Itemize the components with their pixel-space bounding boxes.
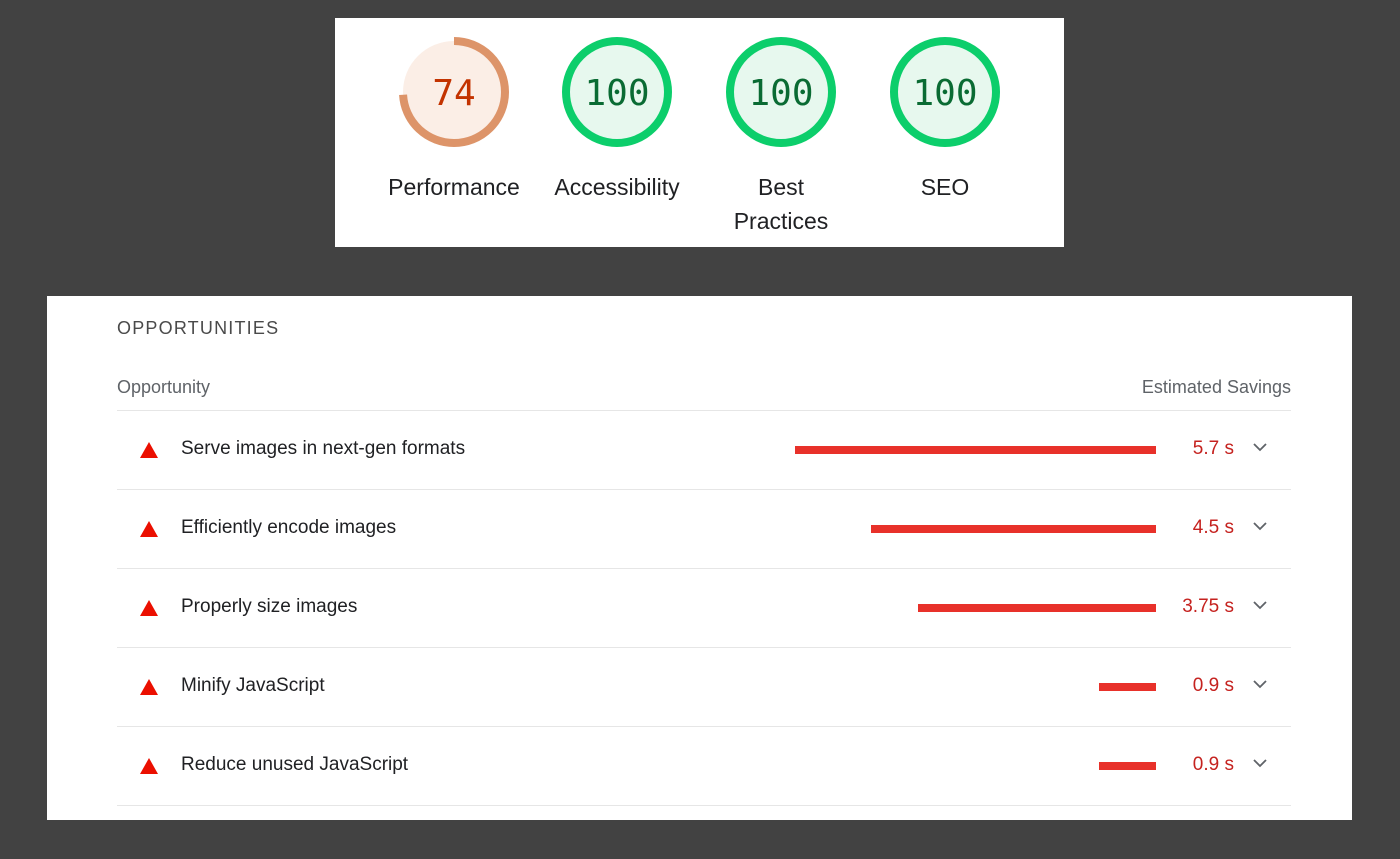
- warning-triangle-icon: [140, 521, 158, 537]
- gauge-score: 100: [748, 73, 813, 114]
- opportunity-title: Properly size images: [181, 596, 358, 617]
- gauge-label: Best Practices: [733, 174, 829, 234]
- savings-bar: [1099, 762, 1156, 770]
- gauge-score: 100: [912, 73, 977, 114]
- column-header-estimated-savings: Estimated Savings: [1141, 377, 1291, 397]
- warning-triangle-icon: [140, 679, 158, 695]
- best-practices-gauge-ring: 100: [726, 37, 836, 147]
- savings-bar: [918, 604, 1156, 612]
- chevron-down-icon[interactable]: [1249, 594, 1271, 616]
- opportunity-row[interactable]: Serve images in next-gen formats 5.7 s: [117, 411, 1291, 490]
- opportunity-title: Efficiently encode images: [181, 517, 397, 538]
- savings-bar: [871, 525, 1156, 533]
- opportunity-row[interactable]: Efficiently encode images 4.5 s: [117, 490, 1291, 569]
- opportunities-panel: OPPORTUNITIES Opportunity Estimated Savi…: [47, 296, 1352, 820]
- chevron-down-icon[interactable]: [1249, 436, 1271, 458]
- opportunity-row[interactable]: Reduce unused JavaScript 0.9 s: [117, 727, 1291, 806]
- gauge-label: SEO: [920, 174, 970, 200]
- opportunity-title: Minify JavaScript: [181, 675, 325, 696]
- seo-gauge-ring: 100: [890, 37, 1000, 147]
- savings-value: 0.9 s: [1192, 675, 1234, 696]
- opportunity-row[interactable]: Minify JavaScript 0.9 s: [117, 648, 1291, 727]
- scores-panel: 74 Performance 100 Accessibility 100 Bes…: [335, 18, 1064, 247]
- savings-value: 0.9 s: [1192, 754, 1234, 775]
- chevron-down-icon[interactable]: [1249, 752, 1271, 774]
- gauge-seo[interactable]: 100 SEO: [870, 36, 1020, 204]
- opportunity-list: Serve images in next-gen formats 5.7 s E…: [117, 411, 1291, 806]
- gauge-label: Performance: [388, 174, 520, 200]
- gauge-accessibility[interactable]: 100 Accessibility: [542, 36, 692, 204]
- chevron-down-icon[interactable]: [1249, 673, 1271, 695]
- savings-value: 3.75 s: [1182, 596, 1234, 617]
- warning-triangle-icon: [140, 758, 158, 774]
- accessibility-gauge-ring: 100: [562, 37, 672, 147]
- savings-bar: [795, 446, 1156, 454]
- chevron-down-icon[interactable]: [1249, 515, 1271, 537]
- savings-value: 5.7 s: [1192, 438, 1234, 459]
- savings-bar: [1099, 683, 1156, 691]
- gauge-best-practices[interactable]: 100 Best Practices: [706, 36, 856, 238]
- savings-value: 4.5 s: [1192, 517, 1234, 538]
- performance-gauge-ring: 74: [399, 37, 509, 147]
- warning-triangle-icon: [140, 442, 158, 458]
- warning-triangle-icon: [140, 600, 158, 616]
- opportunity-title: Reduce unused JavaScript: [181, 754, 409, 775]
- column-header-opportunity: Opportunity: [117, 377, 211, 397]
- opportunity-row[interactable]: Properly size images 3.75 s: [117, 569, 1291, 648]
- gauge-score: 100: [584, 73, 649, 114]
- section-title: OPPORTUNITIES: [117, 318, 280, 338]
- gauge-label: Accessibility: [554, 174, 680, 200]
- opportunity-title: Serve images in next-gen formats: [181, 438, 466, 459]
- gauge-performance[interactable]: 74 Performance: [379, 36, 529, 204]
- gauge-score: 74: [432, 73, 475, 114]
